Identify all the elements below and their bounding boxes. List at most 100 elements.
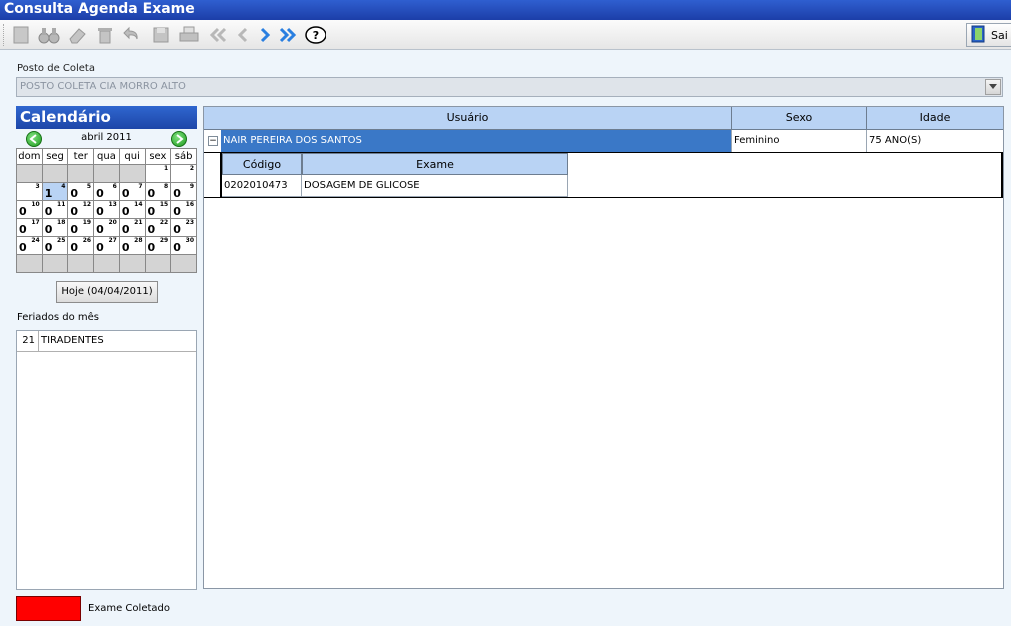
day-count: 0 [147,205,156,218]
posto-value: POSTO COLETA CIA MORRO ALTO [20,81,186,92]
cell-codigo[interactable]: 0202010473 [222,175,302,197]
calendar-day[interactable]: 25 0 [41,236,69,255]
svg-text:?: ? [313,29,319,42]
column-header-sexo[interactable]: Sexo [732,107,867,130]
calendar-day[interactable]: 90 [170,182,197,201]
column-header-usuario[interactable]: Usuário [204,107,732,130]
calendar-empty-cell [144,254,172,273]
calendar-empty-cell [93,164,120,183]
day-number: 22 [159,219,169,226]
calendar-day[interactable]: 28 0 [118,236,146,255]
window-title: Consulta Agenda Exame [0,0,1011,20]
day-number: 2 [189,165,194,172]
calendar-day[interactable]: 50 [67,182,95,201]
calendar-day[interactable]: 1 [144,164,172,183]
calendar-day[interactable]: 19 0 [67,218,95,237]
day-number: 21 [134,219,143,226]
next-month-icon[interactable] [171,131,187,147]
calendar-day[interactable]: 15 0 [144,200,172,219]
day-count: 0 [44,241,53,254]
column-header-exame[interactable]: Exame [302,153,568,175]
today-button[interactable]: Hoje (04/04/2011) [56,281,158,303]
day-count: 0 [44,205,53,218]
calendar-day[interactable]: 11 0 [41,200,69,219]
list-item[interactable]: 21 TIRADENTES [17,331,196,352]
day-number: 17 [31,219,40,226]
calendar-day[interactable]: 41 [41,182,69,201]
search-icon[interactable] [38,24,60,46]
day-count: 0 [173,205,181,218]
day-number: 29 [159,237,169,244]
day-number: 5 [86,183,92,190]
calendar-day[interactable]: 27 0 [93,236,120,255]
day-count: 0 [173,241,181,254]
last-icon[interactable] [276,24,298,46]
day-count: 0 [70,205,79,218]
day-count: 0 [96,223,104,236]
calendar-day[interactable]: 30 0 [170,236,197,255]
calendar-day[interactable]: 14 0 [118,200,146,219]
column-header-idade[interactable]: Idade [867,107,1003,130]
calendar-day[interactable]: 2 [170,164,197,183]
calendar-day[interactable]: 17 0 [16,218,43,237]
day-count: 0 [121,241,130,254]
erase-icon[interactable] [66,24,88,46]
calendar-day[interactable]: 80 [144,182,172,201]
weekday-header: seg [41,148,69,165]
calendar-day[interactable]: 18 0 [41,218,69,237]
cell-exame[interactable]: DOSAGEM DE GLICOSE [302,175,568,197]
first-icon[interactable] [208,24,230,46]
calendar-day[interactable]: 21 0 [118,218,146,237]
day-number: 16 [185,201,194,208]
collapse-icon[interactable]: − [208,136,218,146]
calendar-day[interactable]: 22 0 [144,218,172,237]
undo-icon[interactable] [120,24,142,46]
delete-icon[interactable] [94,24,116,46]
column-header-codigo[interactable]: Código [222,153,302,175]
legend-label: Exame Coletado [88,603,170,614]
calendar-day[interactable]: 3 [16,182,43,201]
day-number: 3 [35,183,40,190]
day-count: 1 [44,187,53,200]
calendar-day[interactable]: 16 0 [170,200,197,219]
weekday-header: qui [118,148,146,165]
calendar-day[interactable]: 10 0 [16,200,43,219]
new-icon[interactable] [10,24,32,46]
day-count: 0 [70,187,79,200]
chevron-down-icon[interactable] [985,79,1001,95]
posto-select[interactable]: POSTO COLETA CIA MORRO ALTO [16,77,1003,97]
day-number: 13 [108,201,117,208]
day-count: 0 [147,223,156,236]
posto-label: Posto de Coleta [17,63,95,74]
calendar-day[interactable]: 26 0 [67,236,95,255]
calendar-day[interactable]: 70 [118,182,146,201]
day-count: 0 [173,187,181,200]
day-number: 23 [185,219,194,226]
day-count: 0 [70,241,79,254]
next-icon[interactable] [254,24,276,46]
calendar-day[interactable]: 60 [93,182,120,201]
calendar-day[interactable]: 29 0 [144,236,172,255]
calendar-day[interactable]: 24 0 [16,236,43,255]
day-number: 14 [134,201,143,208]
help-icon[interactable]: ? [304,24,326,46]
day-number: 28 [134,237,143,244]
table-row[interactable]: − NAIR PEREIRA DOS SANTOS Feminino 75 AN… [204,130,1003,152]
feriados-label: Feriados do mês [17,312,99,323]
calendar-day[interactable]: 13 0 [93,200,120,219]
weekday-header: dom [16,148,43,165]
print-icon[interactable] [178,24,200,46]
exit-button[interactable]: Sai [966,23,1011,47]
calendar-empty-cell [93,254,120,273]
calendar-grid: dom seg ter qua qui sex sáb 1 2 3 4 1 5 0 6 0 7 0 8 0 9 0 10 0… [16,148,197,273]
day-number: 15 [159,201,169,208]
day-number: 30 [185,237,194,244]
day-number: 7 [138,183,143,190]
cell-idade: 75 ANO(S) [869,135,922,146]
prev-icon[interactable] [232,24,254,46]
calendar-day[interactable]: 12 0 [67,200,95,219]
calendar-day[interactable]: 23 0 [170,218,197,237]
detail-table: Código Exame 0202010473 DOSAGEM DE GLICO… [204,152,1003,198]
save-icon[interactable] [150,24,172,46]
calendar-day[interactable]: 20 0 [93,218,120,237]
